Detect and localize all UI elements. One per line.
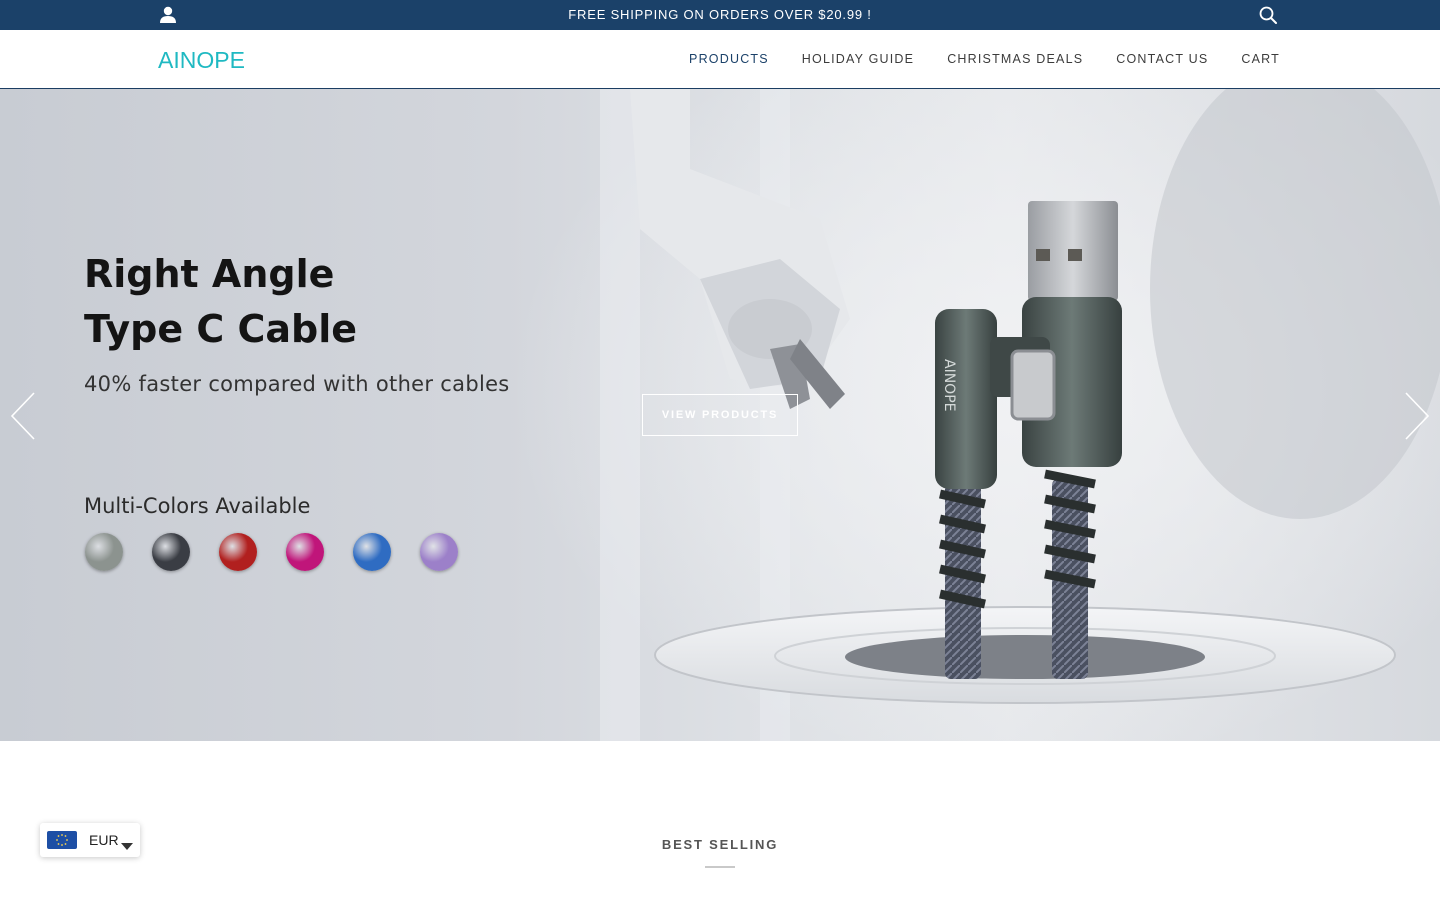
swatch-pink <box>286 533 324 571</box>
colors-label: Multi-Colors Available <box>84 494 311 518</box>
view-products-button[interactable]: VIEW PRODUCTS <box>642 394 798 436</box>
nav-holiday-guide[interactable]: HOLIDAY GUIDE <box>802 52 914 66</box>
currency-selector[interactable]: EUR <box>40 823 140 857</box>
nav-products[interactable]: PRODUCTS <box>689 52 769 66</box>
swatch-purple <box>420 533 458 571</box>
chevron-right-icon[interactable] <box>1402 391 1432 441</box>
hero-title-line-2: Type C Cable <box>84 307 358 351</box>
color-swatches <box>85 533 458 571</box>
hero-subtitle: 40% faster compared with other cables <box>84 372 510 396</box>
swatch-grey <box>85 533 123 571</box>
swatch-blue <box>353 533 391 571</box>
eu-flag-icon <box>47 831 77 849</box>
caret-down-icon <box>121 837 133 850</box>
nav-cart[interactable]: CART <box>1241 52 1280 66</box>
swatch-black <box>152 533 190 571</box>
svg-text:AINOPE: AINOPE <box>941 359 957 412</box>
hero-title-line-1: Right Angle <box>84 252 335 296</box>
chevron-left-icon[interactable] <box>8 391 38 441</box>
section-divider <box>705 866 735 868</box>
best-selling-title: BEST SELLING <box>661 837 779 852</box>
main-nav: PRODUCTS HOLIDAY GUIDE CHRISTMAS DEALS C… <box>656 30 1280 88</box>
nav-contact-us[interactable]: CONTACT US <box>1116 52 1208 66</box>
logo[interactable]: AINOPE <box>158 47 262 71</box>
nav-christmas-deals[interactable]: CHRISTMAS DEALS <box>947 52 1083 66</box>
swatch-red <box>219 533 257 571</box>
search-icon[interactable] <box>1258 5 1278 25</box>
svg-text:AINOPE: AINOPE <box>158 47 245 71</box>
announcement-text: FREE SHIPPING ON ORDERS OVER $20.99 ! <box>568 7 872 22</box>
hero-slider: AINOPE Right Angle Type C Cable 40% fast… <box>0 89 1440 741</box>
announcement-bar: FREE SHIPPING ON ORDERS OVER $20.99 ! <box>0 0 1440 30</box>
hero-title: Right Angle Type C Cable <box>84 247 357 357</box>
currency-code: EUR <box>89 832 119 848</box>
site-header: AINOPE PRODUCTS HOLIDAY GUIDE CHRISTMAS … <box>0 30 1440 89</box>
